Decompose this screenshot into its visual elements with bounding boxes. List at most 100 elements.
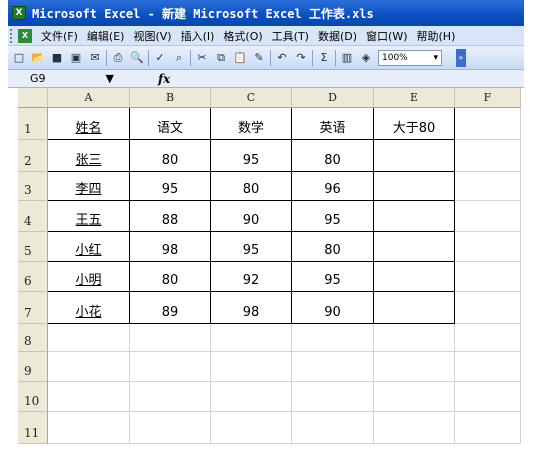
worksheet-cell[interactable]	[130, 412, 211, 444]
column-header[interactable]: D	[292, 88, 374, 108]
worksheet-cell[interactable]: 98	[130, 232, 211, 262]
column-header[interactable]: F	[455, 88, 521, 108]
worksheet-cell[interactable]	[455, 172, 521, 201]
format-painter-icon[interactable]: ✎	[251, 50, 267, 66]
worksheet-cell[interactable]	[455, 324, 521, 352]
worksheet-cell[interactable]	[292, 412, 374, 444]
worksheet-cell[interactable]	[455, 262, 521, 292]
worksheet-cell[interactable]: 89	[130, 292, 211, 324]
chevron-down-icon[interactable]: ▾	[433, 53, 438, 63]
print-icon[interactable]: ⎙	[110, 50, 126, 66]
worksheet-cell[interactable]	[48, 412, 130, 444]
worksheet-cell[interactable]	[211, 382, 292, 412]
worksheet-cell[interactable]: 95	[130, 172, 211, 201]
row-header[interactable]: 11	[18, 412, 48, 444]
row-header[interactable]: 4	[18, 201, 48, 232]
worksheet-cell[interactable]	[455, 232, 521, 262]
worksheet-cell[interactable]: 90	[292, 292, 374, 324]
worksheet-cell[interactable]	[374, 292, 455, 324]
menu-item[interactable]: 插入(I)	[181, 28, 215, 44]
menu-item[interactable]: 数据(D)	[318, 28, 357, 44]
worksheet-cell[interactable]: 语文	[130, 108, 211, 140]
worksheet-cell[interactable]	[455, 292, 521, 324]
save-icon[interactable]: ■	[49, 50, 65, 66]
print-preview-icon[interactable]: 🔍	[129, 50, 145, 66]
name-box[interactable]: G9 ▼	[26, 71, 118, 86]
worksheet-cell[interactable]	[374, 412, 455, 444]
column-header[interactable]: E	[374, 88, 455, 108]
row-header[interactable]: 8	[18, 324, 48, 352]
worksheet-cell[interactable]	[211, 412, 292, 444]
menu-item[interactable]: 窗口(W)	[366, 28, 407, 44]
worksheet-cell[interactable]	[130, 324, 211, 352]
worksheet-cell[interactable]	[48, 352, 130, 382]
workbook-icon[interactable]: X	[18, 28, 32, 43]
chevron-down-icon[interactable]: ▼	[106, 72, 114, 85]
worksheet-cell[interactable]: 小花	[48, 292, 130, 324]
zoom-select[interactable]: 100% ▾	[378, 49, 442, 66]
worksheet-cell[interactable]	[292, 352, 374, 382]
worksheet-cell[interactable]: 98	[211, 292, 292, 324]
cut-icon[interactable]: ✂	[194, 50, 210, 66]
row-header[interactable]: 1	[18, 108, 48, 140]
worksheet-cell[interactable]	[374, 262, 455, 292]
menu-item[interactable]: 格式(O)	[223, 28, 262, 44]
menu-item[interactable]: 编辑(E)	[87, 28, 125, 44]
worksheet-cell[interactable]: 大于80	[374, 108, 455, 140]
worksheet-cell[interactable]	[130, 382, 211, 412]
worksheet-cell[interactable]: 95	[292, 201, 374, 232]
spelling-icon[interactable]: ✓	[152, 50, 168, 66]
worksheet-cell[interactable]: 小明	[48, 262, 130, 292]
toolbar-options-icon[interactable]: »	[456, 48, 466, 67]
worksheet-cell[interactable]	[455, 140, 521, 172]
worksheet-cell[interactable]: 90	[211, 201, 292, 232]
select-all-corner[interactable]	[18, 88, 48, 108]
copy-icon[interactable]: ⧉	[213, 50, 229, 66]
worksheet-cell[interactable]	[292, 382, 374, 412]
worksheet-cell[interactable]: 95	[292, 262, 374, 292]
worksheet-cell[interactable]: 姓名	[48, 108, 130, 140]
worksheet-cell[interactable]	[292, 324, 374, 352]
worksheet-cell[interactable]	[455, 352, 521, 382]
title-bar[interactable]: X Microsoft Excel - 新建 Microsoft Excel 工…	[8, 0, 524, 26]
worksheet-cell[interactable]	[211, 324, 292, 352]
undo-icon[interactable]: ↶	[274, 50, 290, 66]
worksheet-cell[interactable]	[48, 324, 130, 352]
menu-item[interactable]: 视图(V)	[133, 28, 171, 44]
redo-icon[interactable]: ↷	[293, 50, 309, 66]
row-header[interactable]: 2	[18, 140, 48, 172]
worksheet-cell[interactable]	[374, 382, 455, 412]
worksheet-cell[interactable]: 李四	[48, 172, 130, 201]
email-icon[interactable]: ✉	[87, 50, 103, 66]
worksheet-cell[interactable]	[374, 140, 455, 172]
worksheet-cell[interactable]	[455, 108, 521, 140]
drawing-icon[interactable]: ◈	[358, 50, 374, 66]
worksheet-cell[interactable]	[455, 382, 521, 412]
new-icon[interactable]: □	[11, 50, 27, 66]
row-header[interactable]: 3	[18, 172, 48, 201]
worksheet-cell[interactable]: 王五	[48, 201, 130, 232]
row-header[interactable]: 7	[18, 292, 48, 324]
menu-item[interactable]: 文件(F)	[41, 28, 78, 44]
row-header[interactable]: 6	[18, 262, 48, 292]
paste-icon[interactable]: 📋	[232, 50, 248, 66]
worksheet-cell[interactable]: 张三	[48, 140, 130, 172]
worksheet-cell[interactable]: 95	[211, 140, 292, 172]
excel-icon[interactable]: X	[12, 6, 26, 20]
worksheet-cell[interactable]	[374, 324, 455, 352]
worksheet-cell[interactable]: 英语	[292, 108, 374, 140]
worksheet-cell[interactable]: 95	[211, 232, 292, 262]
worksheet-cell[interactable]	[48, 382, 130, 412]
worksheet-cell[interactable]: 96	[292, 172, 374, 201]
row-header[interactable]: 5	[18, 232, 48, 262]
worksheet-cell[interactable]	[130, 352, 211, 382]
row-header[interactable]: 10	[18, 382, 48, 412]
worksheet-cell[interactable]: 80	[130, 262, 211, 292]
column-header[interactable]: A	[48, 88, 130, 108]
worksheet-cell[interactable]: 80	[211, 172, 292, 201]
row-header[interactable]: 9	[18, 352, 48, 382]
worksheet-cell[interactable]: 92	[211, 262, 292, 292]
worksheet-cell[interactable]: 80	[292, 140, 374, 172]
worksheet-cell[interactable]	[374, 172, 455, 201]
column-header[interactable]: C	[211, 88, 292, 108]
